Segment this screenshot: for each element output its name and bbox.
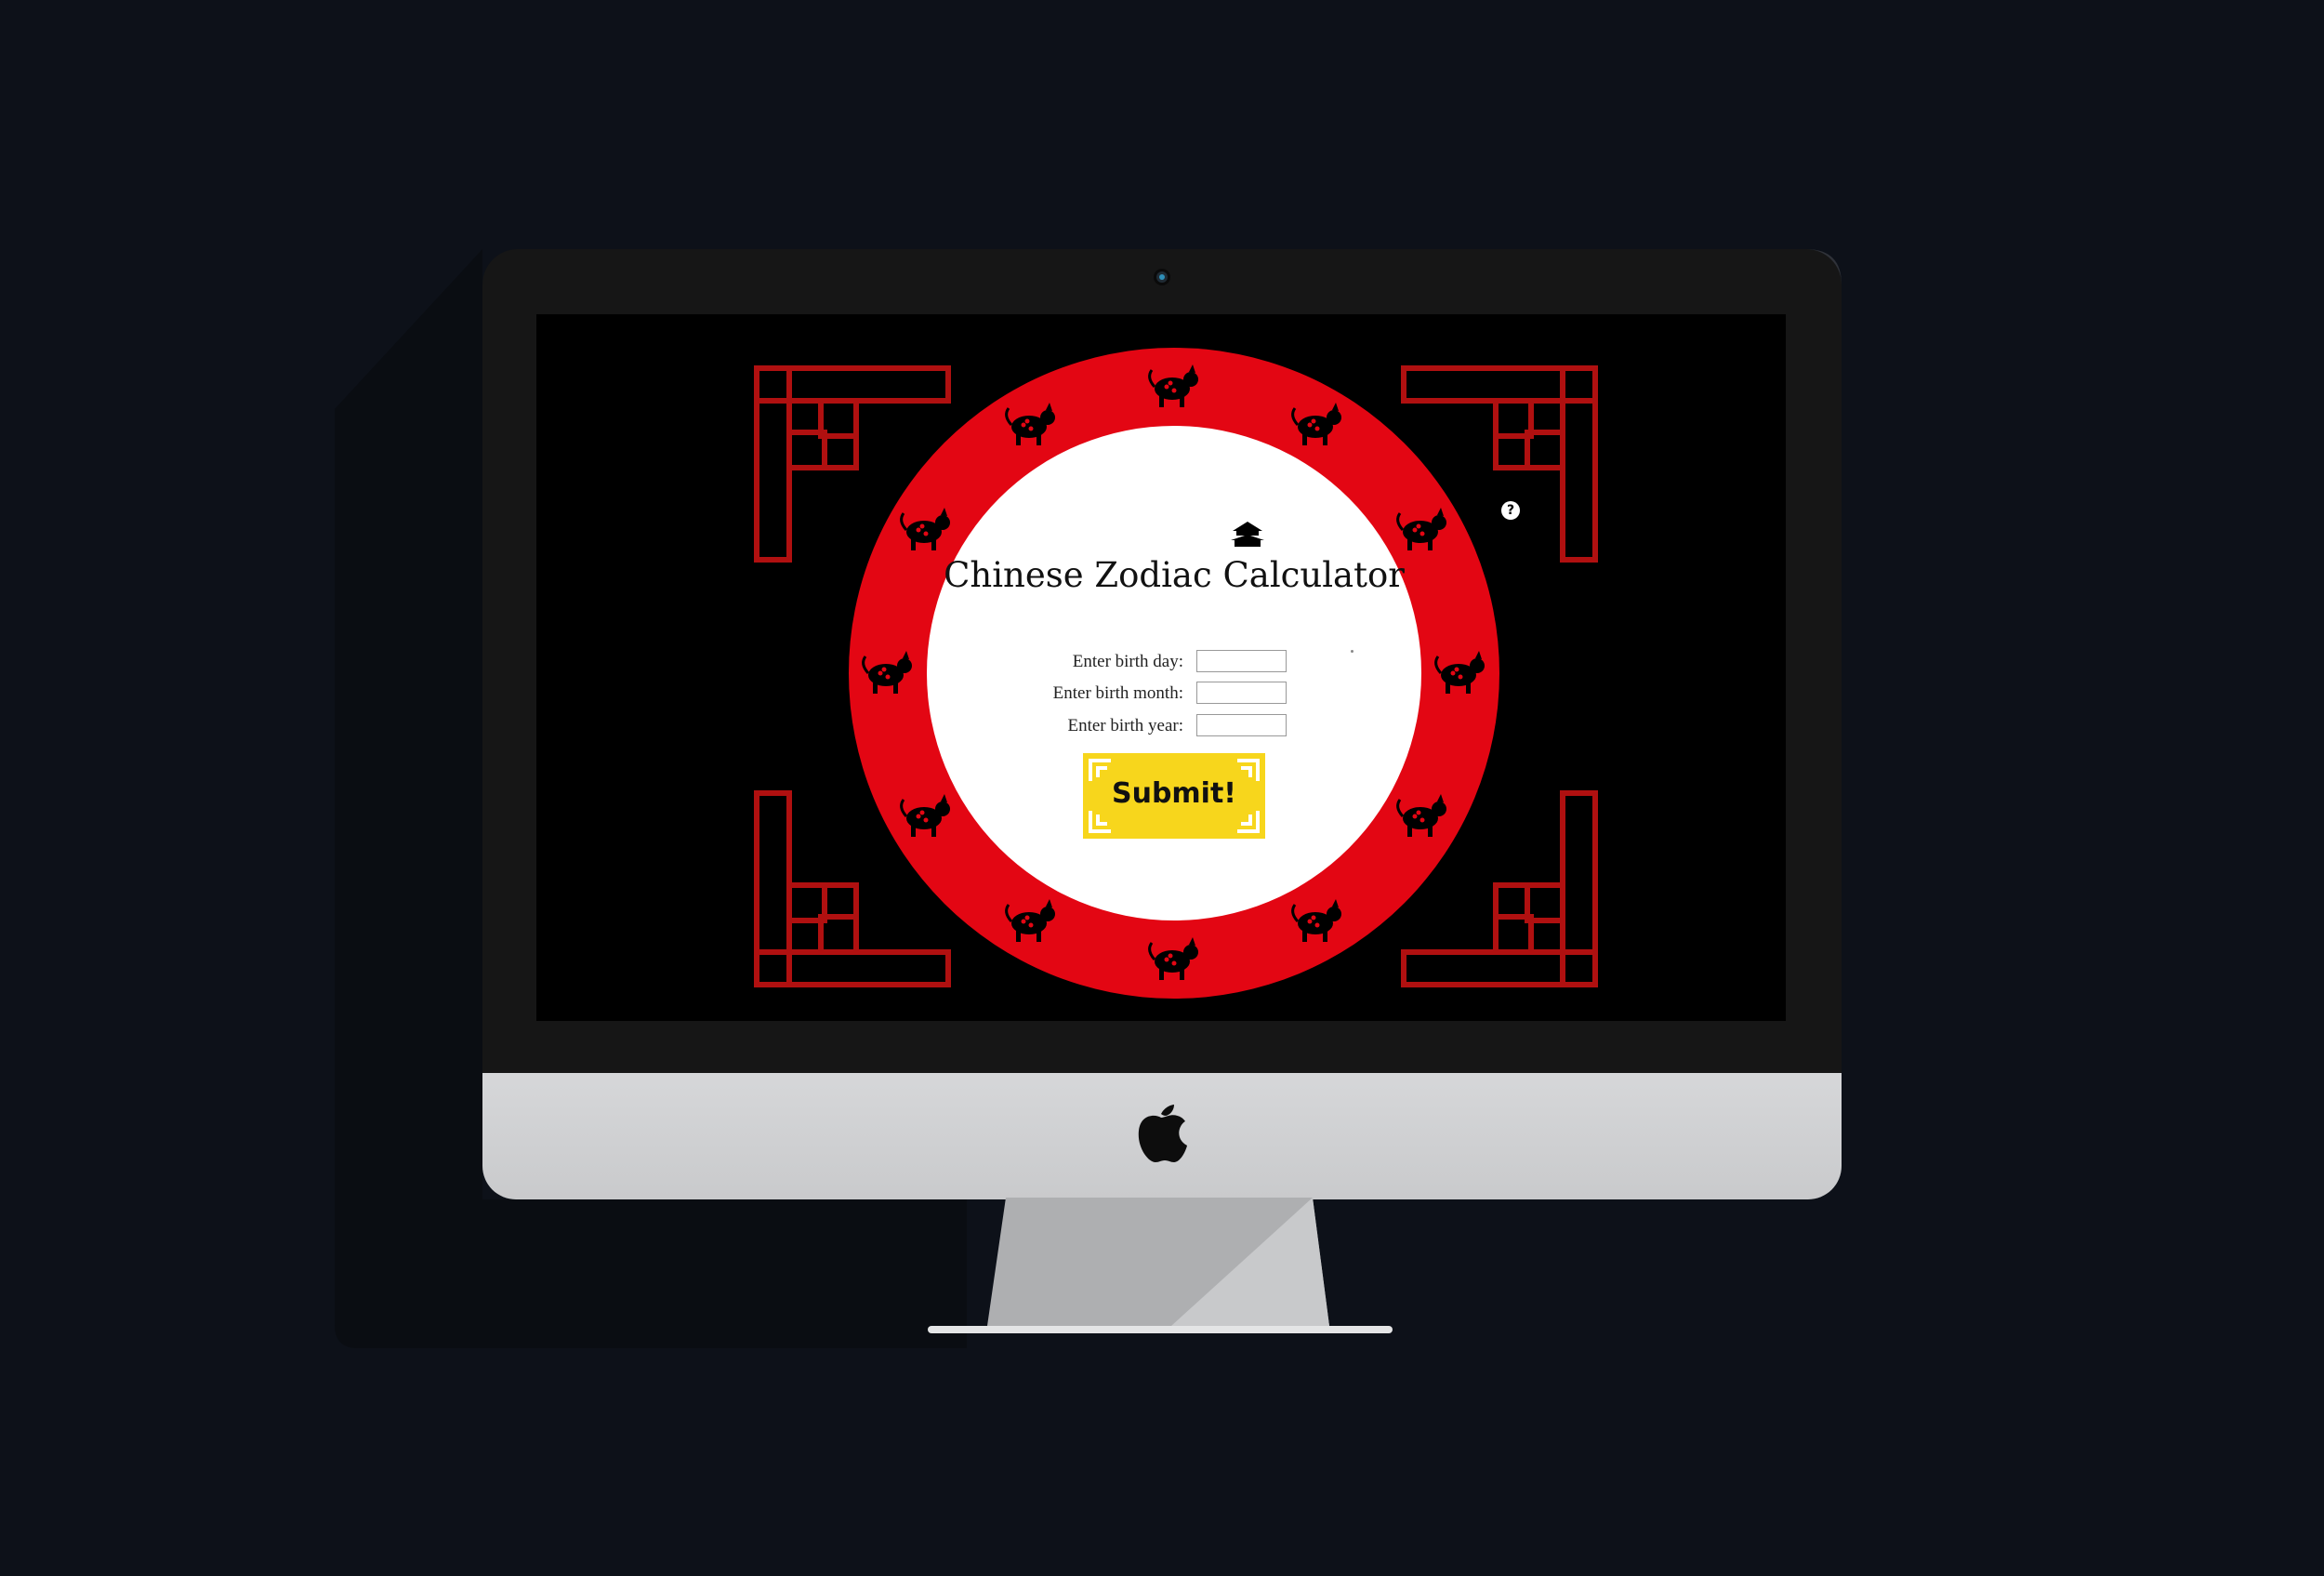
rooster-icon: [862, 651, 912, 694]
rabbit-icon: [1434, 651, 1485, 694]
submit-button[interactable]: Submit!: [1083, 753, 1265, 839]
webcam: [1156, 271, 1168, 283]
dog-icon: [900, 508, 951, 550]
question-icon[interactable]: ?: [1501, 501, 1520, 520]
submit-label: Submit!: [1111, 777, 1236, 810]
apple-logo: [1138, 1105, 1187, 1162]
birth-month-input[interactable]: [1196, 682, 1287, 704]
birth-month-row: Enter birth month:: [964, 682, 1382, 708]
monkey-icon: [900, 794, 951, 837]
pig-icon: [1005, 403, 1055, 446]
birth-month-label: Enter birth month:: [1052, 683, 1183, 703]
snake-icon: [1291, 898, 1341, 942]
calculator-panel: Chinese Zodiac Calculator Enter birth da…: [927, 426, 1421, 920]
birth-year-label: Enter birth year:: [1067, 716, 1183, 735]
birth-day-row: Enter birth day:: [964, 650, 1382, 676]
birth-year-input[interactable]: [1196, 714, 1287, 736]
zodiac-wheel: Chinese Zodiac Calculator Enter birth da…: [849, 348, 1499, 999]
birth-year-row: Enter birth year:: [964, 714, 1382, 740]
ox-icon: [1291, 403, 1341, 446]
monitor-stand: [928, 1198, 1393, 1333]
birth-day-label: Enter birth day:: [1072, 652, 1183, 671]
tiger-icon: [1395, 508, 1446, 550]
page-title: Chinese Zodiac Calculator: [944, 555, 1405, 595]
rat-icon: [1148, 364, 1198, 407]
horse-icon: [1148, 937, 1198, 980]
goat-icon: [1005, 898, 1055, 942]
pagoda-icon: [1231, 522, 1264, 547]
screen: Chinese Zodiac Calculator Enter birth da…: [536, 314, 1786, 1021]
birth-day-input[interactable]: [1196, 650, 1287, 672]
dragon-icon: [1395, 794, 1446, 837]
